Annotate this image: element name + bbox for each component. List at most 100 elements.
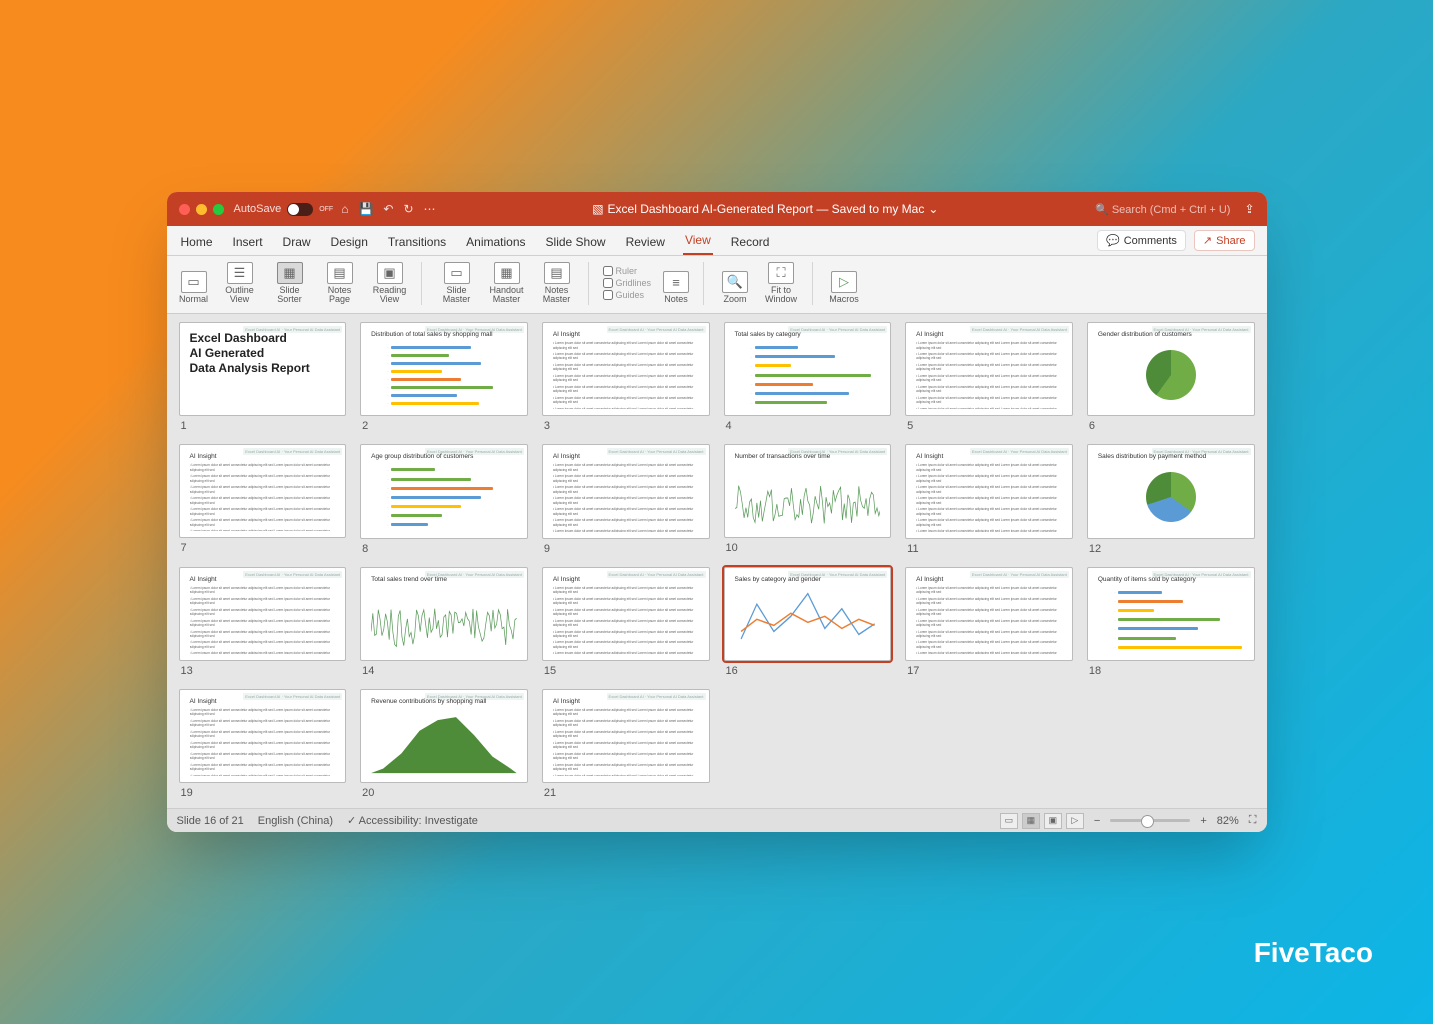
slide-thumbnail[interactable]: Excel Dashboard AI · Your Personal AI Da…	[542, 444, 710, 538]
slide-thumbnail[interactable]: Excel Dashboard AI · Your Personal AI Da…	[724, 567, 892, 661]
outline-view-button[interactable]: ☰Outline View	[219, 262, 261, 305]
slide-thumbnail[interactable]: Excel Dashboard AI · Your Personal AI Da…	[179, 689, 347, 783]
slide-thumbnail[interactable]: Excel Dashboard AI · Your Personal AI Da…	[179, 322, 347, 416]
autosave-label: AutoSave	[234, 203, 282, 215]
comments-button[interactable]: 💬 Comments	[1097, 230, 1186, 251]
slide-number: 10	[726, 542, 892, 554]
slide-cell: Excel Dashboard AI · Your Personal AI Da…	[542, 689, 710, 799]
ribbon-group-presentation-views: ▭Normal ☰Outline View ▦Slide Sorter ▤Not…	[177, 262, 422, 305]
slideshow-view-icon[interactable]: ▷	[1066, 813, 1084, 829]
slide-thumbnail[interactable]: Excel Dashboard AI · Your Personal AI Da…	[360, 567, 528, 661]
slide-number: 13	[181, 665, 347, 677]
save-icon[interactable]: 💾	[358, 202, 373, 216]
more-icon[interactable]: ⋯	[424, 202, 436, 216]
slide-thumbnail[interactable]: Excel Dashboard AI · Your Personal AI Da…	[1087, 567, 1255, 661]
slide-thumbnail[interactable]: Excel Dashboard AI · Your Personal AI Da…	[360, 689, 528, 783]
slide-thumbnail[interactable]: Excel Dashboard AI · Your Personal AI Da…	[724, 444, 892, 538]
ribbon-group-show: Ruler Gridlines Guides ≡Notes	[603, 262, 705, 305]
slide-sorter-button[interactable]: ▦Slide Sorter	[269, 262, 311, 305]
slide-thumbnail[interactable]: Excel Dashboard AI · Your Personal AI Da…	[1087, 322, 1255, 416]
slide-thumbnail[interactable]: Excel Dashboard AI · Your Personal AI Da…	[179, 567, 347, 661]
slide-thumbnail[interactable]: Excel Dashboard AI · Your Personal AI Da…	[542, 322, 710, 416]
slide-number: 21	[544, 787, 710, 799]
slide-cell: Excel Dashboard AI · Your Personal AI Da…	[360, 444, 528, 554]
slide-thumbnail[interactable]: Excel Dashboard AI · Your Personal AI Da…	[360, 322, 528, 416]
autosave-toggle[interactable]: AutoSave OFF	[234, 203, 334, 216]
document-title[interactable]: ▧ Excel Dashboard AI-Generated Report — …	[436, 202, 1096, 216]
notes-master-button[interactable]: ▤Notes Master	[536, 262, 578, 305]
reading-view-icon[interactable]: ▣	[1044, 813, 1062, 829]
view-mode-buttons: ▭ ▦ ▣ ▷	[1000, 813, 1084, 829]
slide-master-button[interactable]: ▭Slide Master	[436, 262, 478, 305]
slide-thumbnail[interactable]: Excel Dashboard AI · Your Personal AI Da…	[360, 444, 528, 538]
reading-view-button[interactable]: ▣Reading View	[369, 262, 411, 305]
slide-cell: Excel Dashboard AI · Your Personal AI Da…	[179, 444, 347, 554]
normal-view-icon[interactable]: ▭	[1000, 813, 1018, 829]
slide-position[interactable]: Slide 16 of 21	[177, 815, 244, 827]
slide-number: 12	[1089, 543, 1255, 555]
tab-draw[interactable]: Draw	[281, 229, 313, 255]
slide-cell: Excel Dashboard AI · Your Personal AI Da…	[905, 567, 1073, 677]
zoom-percentage[interactable]: 82%	[1217, 815, 1239, 827]
undo-icon[interactable]: ↶	[383, 202, 393, 216]
slide-cell: Excel Dashboard AI · Your Personal AI Da…	[360, 322, 528, 432]
zoom-slider[interactable]	[1110, 819, 1190, 822]
slide-number: 16	[726, 665, 892, 677]
slide-thumbnail[interactable]: Excel Dashboard AI · Your Personal AI Da…	[542, 567, 710, 661]
slide-thumbnail[interactable]: Excel Dashboard AI · Your Personal AI Da…	[542, 689, 710, 783]
slide-thumbnail[interactable]: Excel Dashboard AI · Your Personal AI Da…	[905, 567, 1073, 661]
notes-toggle-button[interactable]: ≡Notes	[659, 262, 693, 305]
slide-number: 5	[907, 420, 1073, 432]
fit-to-window-button[interactable]: ⛶Fit to Window	[760, 262, 802, 305]
slide-thumbnail[interactable]: Excel Dashboard AI · Your Personal AI Da…	[724, 322, 892, 416]
fit-slide-icon[interactable]: ⛶	[1249, 814, 1257, 827]
zoom-button[interactable]: 🔍Zoom	[718, 262, 752, 305]
ribbon-group-master-views: ▭Slide Master ▦Handout Master ▤Notes Mas…	[436, 262, 589, 305]
home-icon[interactable]: ⌂	[341, 202, 348, 216]
sorter-view-icon[interactable]: ▦	[1022, 813, 1040, 829]
slide-sorter-pane[interactable]: Excel Dashboard AI · Your Personal AI Da…	[167, 314, 1267, 808]
powerpoint-window: AutoSave OFF ⌂ 💾 ↶ ↻ ⋯ ▧ Excel Dashboard…	[167, 192, 1267, 832]
tab-home[interactable]: Home	[179, 229, 215, 255]
slide-cell: Excel Dashboard AI · Your Personal AI Da…	[724, 444, 892, 554]
search-field[interactable]: 🔍 Search (Cmd + Ctrl + U)	[1095, 203, 1230, 216]
slide-number: 7	[181, 542, 347, 554]
minimize-window-button[interactable]	[196, 204, 207, 215]
quick-access-toolbar: ⌂ 💾 ↶ ↻ ⋯	[341, 202, 435, 216]
tab-animations[interactable]: Animations	[464, 229, 527, 255]
zoom-in-button[interactable]: +	[1200, 815, 1206, 827]
tab-review[interactable]: Review	[624, 229, 667, 255]
slide-thumbnail[interactable]: Excel Dashboard AI · Your Personal AI Da…	[905, 322, 1073, 416]
tab-transitions[interactable]: Transitions	[386, 229, 448, 255]
handout-master-button[interactable]: ▦Handout Master	[486, 262, 528, 305]
tab-design[interactable]: Design	[329, 229, 370, 255]
gridlines-checkbox[interactable]: Gridlines	[603, 278, 652, 288]
tab-view[interactable]: View	[683, 227, 713, 255]
tab-record[interactable]: Record	[729, 229, 772, 255]
comment-icon: 💬	[1106, 234, 1120, 247]
notes-page-button[interactable]: ▤Notes Page	[319, 262, 361, 305]
slide-cell: Excel Dashboard AI · Your Personal AI Da…	[360, 689, 528, 799]
accessibility-checker[interactable]: ✓ Accessibility: Investigate	[347, 814, 478, 827]
slide-cell: Excel Dashboard AI · Your Personal AI Da…	[542, 322, 710, 432]
redo-icon[interactable]: ↻	[403, 202, 413, 216]
ruler-checkbox[interactable]: Ruler	[603, 266, 652, 276]
language-indicator[interactable]: English (China)	[258, 815, 333, 827]
zoom-out-button[interactable]: −	[1094, 815, 1100, 827]
share-menu-icon[interactable]: ⇪	[1244, 202, 1254, 216]
tab-slideshow[interactable]: Slide Show	[544, 229, 608, 255]
normal-view-button[interactable]: ▭Normal	[177, 262, 211, 305]
tab-insert[interactable]: Insert	[231, 229, 265, 255]
guides-checkbox[interactable]: Guides	[603, 290, 652, 300]
ribbon: ▭Normal ☰Outline View ▦Slide Sorter ▤Not…	[167, 256, 1267, 314]
slide-number: 4	[726, 420, 892, 432]
macros-button[interactable]: ▷Macros	[827, 262, 861, 305]
share-icon: ↗	[1203, 234, 1212, 247]
slide-thumbnail[interactable]: Excel Dashboard AI · Your Personal AI Da…	[905, 444, 1073, 538]
maximize-window-button[interactable]	[213, 204, 224, 215]
close-window-button[interactable]	[179, 204, 190, 215]
share-button[interactable]: ↗ Share	[1194, 230, 1255, 251]
slide-thumbnail[interactable]: Excel Dashboard AI · Your Personal AI Da…	[179, 444, 347, 538]
powerpoint-icon: ▧	[592, 202, 603, 216]
slide-thumbnail[interactable]: Excel Dashboard AI · Your Personal AI Da…	[1087, 444, 1255, 538]
